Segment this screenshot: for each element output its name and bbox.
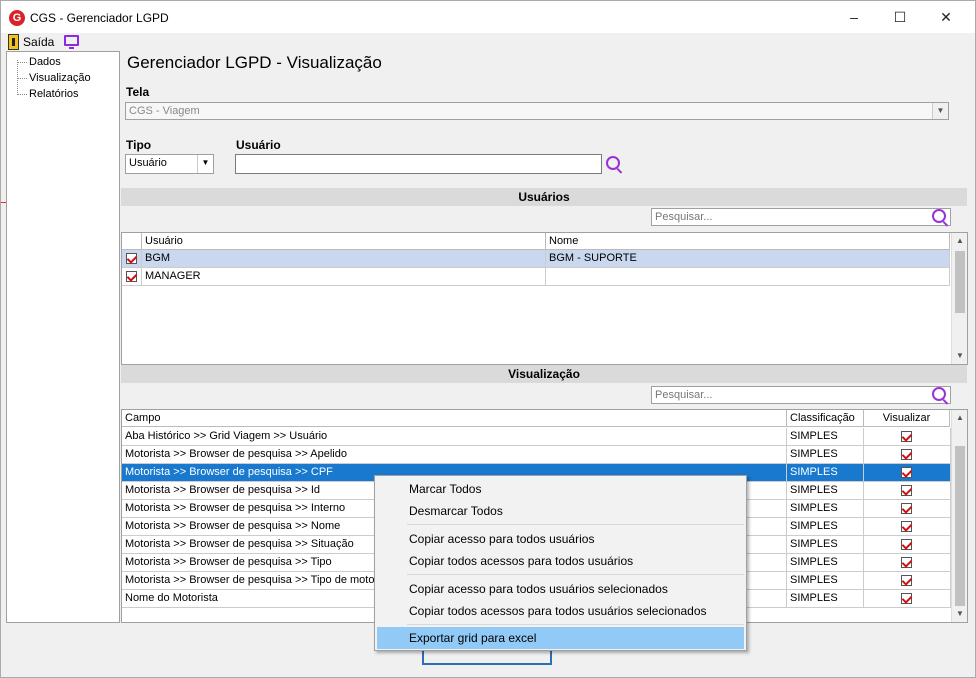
scroll-thumb[interactable]: [955, 446, 965, 606]
row-check-cell[interactable]: [122, 268, 142, 286]
tree-item-dados[interactable]: Dados: [7, 55, 61, 70]
app-logo-icon: G: [9, 10, 25, 26]
usuario-label: Usuário: [236, 138, 281, 152]
tipo-select[interactable]: Usuário ▼: [125, 154, 214, 174]
classificacao-cell: SIMPLES: [787, 446, 864, 464]
checkbox[interactable]: [126, 253, 137, 264]
menu-item-copiar-todos-acessos-todos[interactable]: Copiar todos acessos para todos usuários: [377, 550, 744, 572]
checkbox[interactable]: [901, 431, 912, 442]
usuario-cell: MANAGER: [142, 268, 546, 286]
navigation-tree: Dados Visualização Relatórios: [6, 51, 120, 623]
grid-header-nome[interactable]: Nome: [546, 233, 950, 250]
visualizar-cell[interactable]: [864, 446, 951, 464]
checkbox[interactable]: [901, 449, 912, 460]
search-icon[interactable]: [606, 156, 620, 170]
chevron-down-icon[interactable]: ▼: [197, 155, 213, 173]
visualizar-cell[interactable]: [864, 482, 951, 500]
visualizar-cell[interactable]: [864, 464, 951, 482]
classificacao-cell: SIMPLES: [787, 500, 864, 518]
search-icon[interactable]: [932, 209, 946, 223]
classificacao-cell: SIMPLES: [787, 464, 864, 482]
tela-label: Tela: [126, 85, 150, 99]
visualizar-cell[interactable]: [864, 518, 951, 536]
scroll-down-icon[interactable]: ▼: [952, 606, 967, 622]
classificacao-cell: SIMPLES: [787, 536, 864, 554]
checkbox[interactable]: [126, 271, 137, 282]
campo-cell: Aba Histórico >> Grid Viagem >> Usuário: [122, 428, 787, 446]
visualizar-cell[interactable]: [864, 554, 951, 572]
minimize-button[interactable]: –: [831, 1, 877, 33]
classificacao-cell: SIMPLES: [787, 554, 864, 572]
chevron-down-icon[interactable]: ▼: [932, 103, 948, 119]
app-window: G CGS - Gerenciador LGPD – ☐ ✕ Saída Dad…: [0, 0, 976, 678]
tela-select[interactable]: CGS - Viagem ▼: [125, 102, 949, 120]
usuarios-grid: Usuário Nome BGM BGM - SUPORTE MANAGER ▲…: [121, 232, 968, 365]
usuarios-scrollbar[interactable]: ▲ ▼: [951, 233, 967, 364]
checkbox[interactable]: [901, 557, 912, 568]
nome-cell: BGM - SUPORTE: [546, 250, 950, 268]
scroll-up-icon[interactable]: ▲: [952, 410, 967, 426]
menu-item-copiar-acesso-todos[interactable]: Copiar acesso para todos usuários: [377, 528, 744, 550]
search-icon[interactable]: [932, 387, 946, 401]
tree-item-relatorios[interactable]: Relatórios: [7, 87, 79, 102]
classificacao-cell: SIMPLES: [787, 572, 864, 590]
nome-cell: [546, 268, 950, 286]
checkbox[interactable]: [901, 593, 912, 604]
usuario-input[interactable]: [235, 154, 602, 174]
visualizacao-scrollbar[interactable]: ▲ ▼: [951, 410, 967, 622]
checkbox[interactable]: [901, 539, 912, 550]
tipo-select-value: Usuário: [129, 157, 167, 169]
exit-door-icon[interactable]: [8, 34, 19, 50]
grid-header-campo[interactable]: Campo: [122, 410, 787, 427]
menu-separator: [407, 524, 744, 525]
usuario-cell: BGM: [142, 250, 546, 268]
visualizar-cell[interactable]: [864, 428, 951, 446]
campo-cell: Motorista >> Browser de pesquisa >> Apel…: [122, 446, 787, 464]
menu-item-marcar-todos[interactable]: Marcar Todos: [377, 478, 744, 500]
grid-header-usuario[interactable]: Usuário: [142, 233, 546, 250]
grid-header-classificacao[interactable]: Classificação: [787, 410, 864, 427]
visualizar-cell[interactable]: [864, 500, 951, 518]
grid-header-check: [122, 233, 142, 250]
visualizacao-section-header: Visualização: [121, 365, 967, 383]
classificacao-cell: SIMPLES: [787, 518, 864, 536]
classificacao-cell: SIMPLES: [787, 428, 864, 446]
close-button[interactable]: ✕: [923, 1, 969, 33]
context-menu: Marcar Todos Desmarcar Todos Copiar aces…: [374, 475, 747, 651]
checkbox[interactable]: [901, 521, 912, 532]
maximize-button[interactable]: ☐: [877, 1, 923, 33]
tipo-label: Tipo: [126, 138, 152, 152]
visualizar-cell[interactable]: [864, 572, 951, 590]
tela-select-value: CGS - Viagem: [129, 105, 200, 117]
menu-item-copiar-todos-acessos-selecionados[interactable]: Copiar todos acessos para todos usuários…: [377, 600, 744, 622]
checkbox[interactable]: [901, 485, 912, 496]
scroll-thumb[interactable]: [955, 251, 965, 313]
visualizacao-search-input[interactable]: Pesquisar...: [651, 386, 951, 404]
scroll-up-icon[interactable]: ▲: [952, 233, 967, 249]
scroll-down-icon[interactable]: ▼: [952, 348, 967, 364]
menu-item-desmarcar-todos[interactable]: Desmarcar Todos: [377, 500, 744, 522]
classificacao-cell: SIMPLES: [787, 590, 864, 608]
menu-separator: [407, 574, 744, 575]
usuarios-section-header: Usuários: [121, 188, 967, 206]
checkbox[interactable]: [901, 503, 912, 514]
window-title: CGS - Gerenciador LGPD: [30, 11, 169, 25]
visualizar-cell[interactable]: [864, 536, 951, 554]
menu-item-exportar-excel[interactable]: Exportar grid para excel: [377, 627, 744, 649]
row-check-cell[interactable]: [122, 250, 142, 268]
title-bar: G CGS - Gerenciador LGPD – ☐ ✕: [1, 1, 975, 33]
menu-bar: Saída: [1, 33, 975, 51]
exit-menu-item[interactable]: Saída: [23, 35, 54, 49]
page-title: Gerenciador LGPD - Visualização: [127, 53, 382, 72]
menu-separator: [407, 624, 744, 625]
grid-header-visualizar[interactable]: Visualizar: [864, 410, 950, 427]
menu-item-copiar-acesso-selecionados[interactable]: Copiar acesso para todos usuários seleci…: [377, 578, 744, 600]
usuarios-search-input[interactable]: Pesquisar...: [651, 208, 951, 226]
checkbox[interactable]: [901, 467, 912, 478]
checkbox[interactable]: [901, 575, 912, 586]
tree-item-visualizacao[interactable]: Visualização: [7, 71, 91, 86]
monitor-icon[interactable]: [64, 35, 79, 49]
visualizar-cell[interactable]: [864, 590, 951, 608]
classificacao-cell: SIMPLES: [787, 482, 864, 500]
